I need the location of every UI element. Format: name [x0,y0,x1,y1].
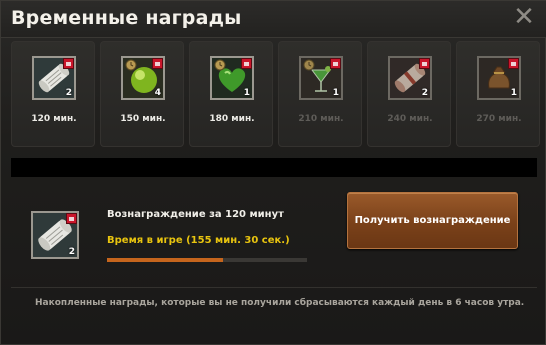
reward-icon-frame: 2 [388,56,432,100]
reward-slot[interactable]: 1 210 мин. [278,41,362,147]
reward-detail-panel: 2 Вознаграждение за 120 минут Время в иг… [1,181,546,281]
lock-icon [330,58,341,69]
detail-reward-icon: 2 [31,211,79,259]
reward-count: 1 [510,88,517,98]
reward-icon-frame: 1 [477,56,521,100]
reward-count: 1 [243,88,250,98]
timed-rewards-window: Временные награды ✕ 2 120 мин. 4 150 мин. 1 1… [0,0,546,345]
title-bar: Временные награды ✕ [1,1,546,38]
reward-name: Вознаграждение за 120 минут [107,209,284,220]
reward-slot[interactable]: 1 180 мин. [189,41,273,147]
lock-icon [241,58,252,69]
reward-icon-frame: 1 [210,56,254,100]
footer-separator [11,287,537,288]
divider-bar [11,158,537,177]
lock-icon [66,213,77,224]
reward-time-label: 180 мин. [209,114,255,124]
progress-bar [107,258,307,262]
lock-icon [152,58,163,69]
reward-slot[interactable]: 2 120 мин. [11,41,95,147]
reset-note: Накопленные награды, которые вы не получ… [35,298,525,308]
reward-icon-frame: 4 [121,56,165,100]
reward-count: 2 [65,88,72,98]
reward-icon-frame: 2 [32,56,76,100]
window-title: Временные награды [11,7,242,29]
reward-slot[interactable]: 1 270 мин. [456,41,540,147]
close-icon[interactable]: ✕ [511,4,537,30]
reward-time-label: 270 мин. [476,114,522,124]
reward-count: 2 [421,88,428,98]
lock-icon [508,58,519,69]
reward-slots: 2 120 мин. 4 150 мин. 1 180 мин. 1 210 мин. 2 240… [11,41,540,147]
progress-bar-fill [107,258,223,262]
reward-time-label: 120 мин. [31,114,77,124]
reward-icon-frame: 1 [299,56,343,100]
lock-icon [63,58,74,69]
reward-time-label: 150 мин. [120,114,166,124]
reward-time-label: 210 мин. [298,114,344,124]
reward-slot[interactable]: 2 240 мин. [367,41,451,147]
time-played: Время в игре (155 мин. 30 сек.) [107,235,290,246]
reward-count: 4 [154,88,161,98]
reward-slot[interactable]: 4 150 мин. [100,41,184,147]
claim-reward-button[interactable]: Получить вознаграждение [347,192,518,249]
detail-reward-count: 2 [68,247,75,257]
reward-time-label: 240 мин. [387,114,433,124]
reward-count: 1 [332,88,339,98]
lock-icon [419,58,430,69]
